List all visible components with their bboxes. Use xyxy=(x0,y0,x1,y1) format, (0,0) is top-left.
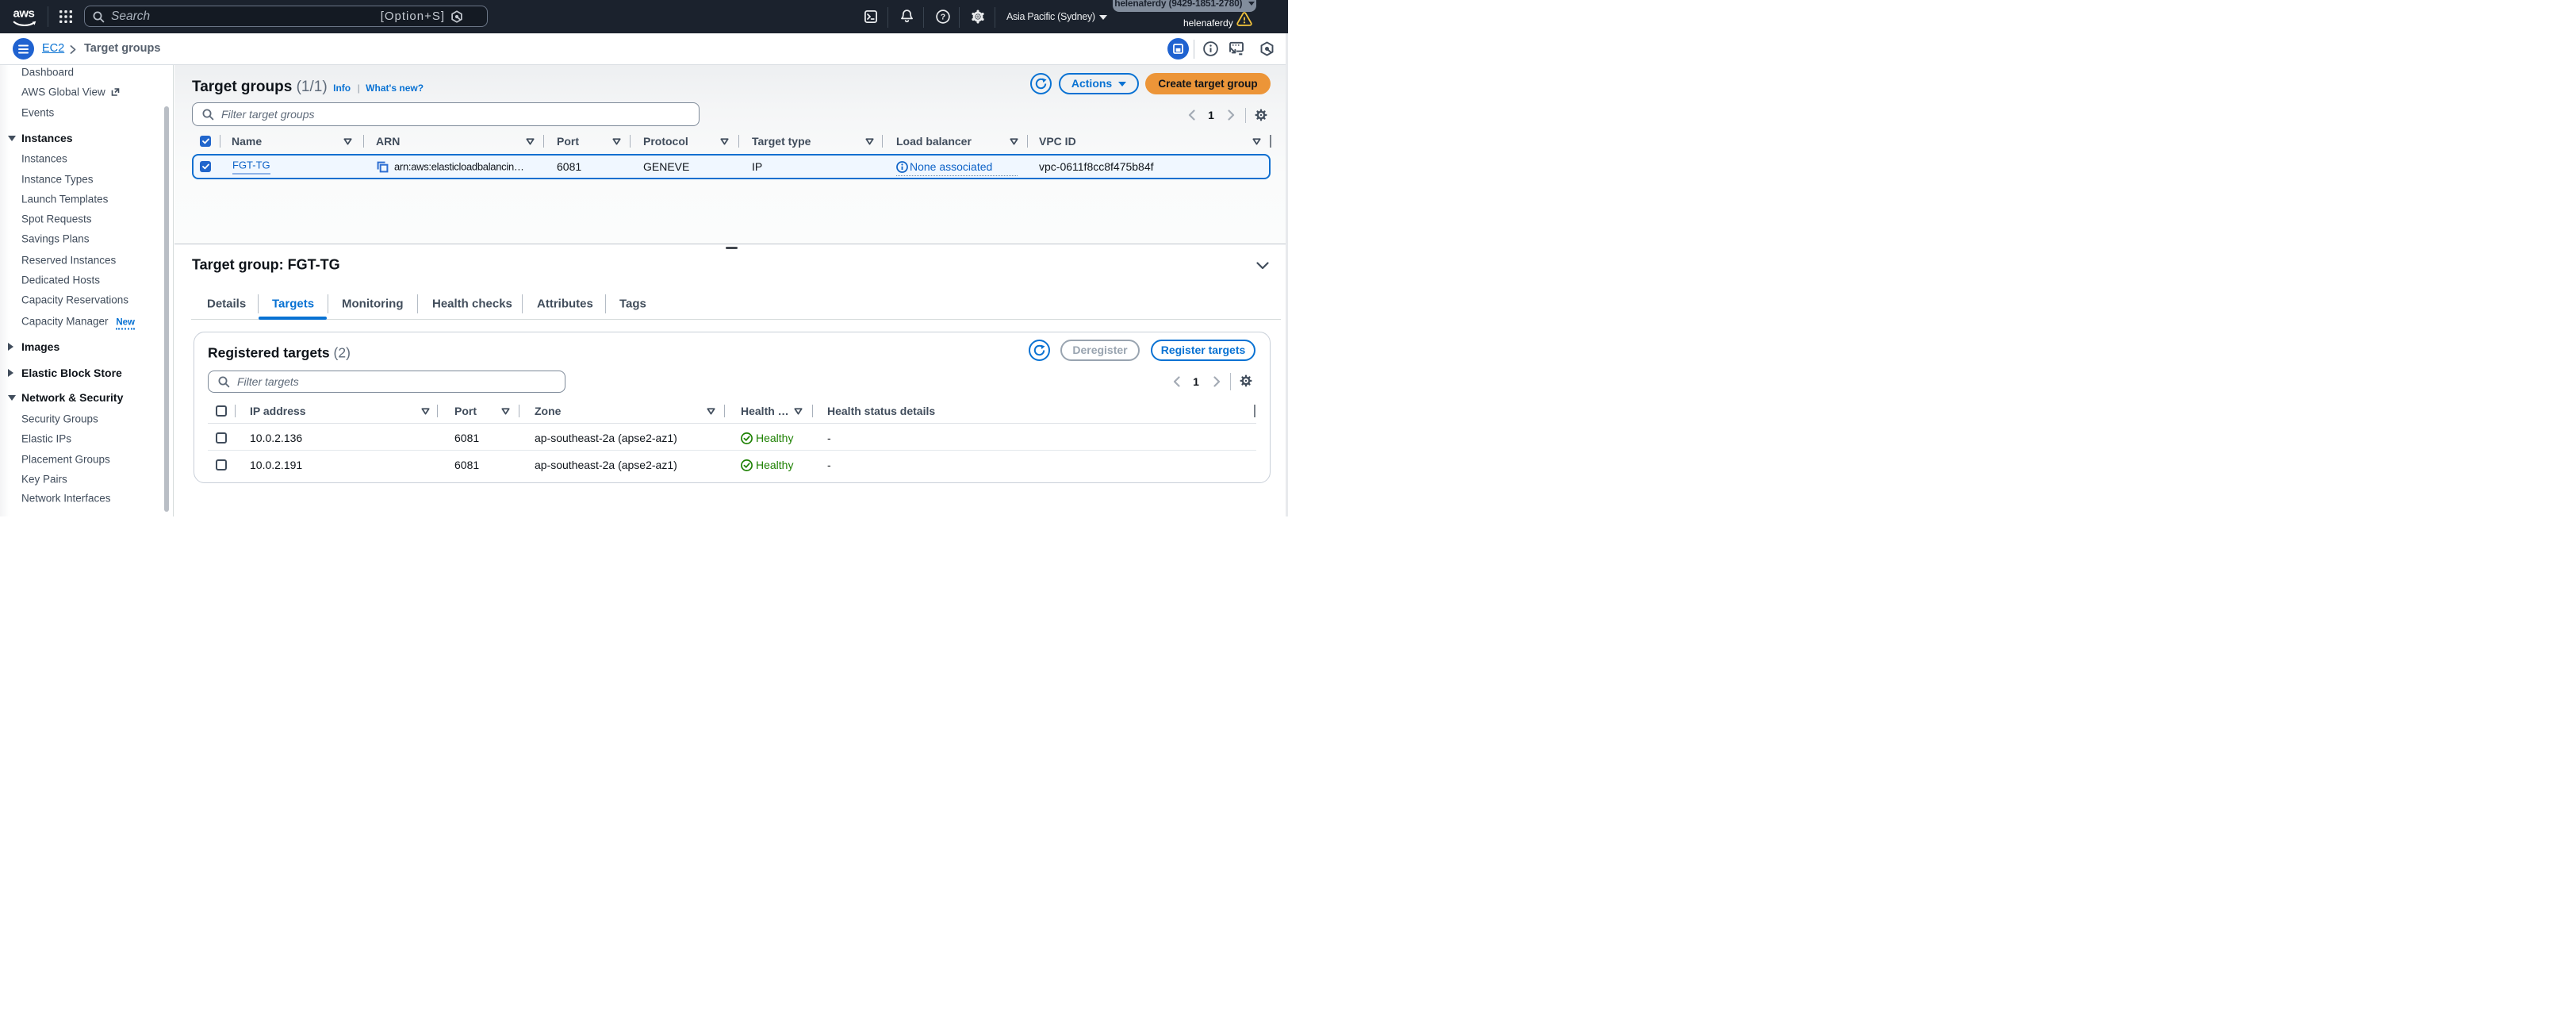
svg-text:?: ? xyxy=(941,13,945,22)
svg-text:aws: aws xyxy=(13,7,35,21)
